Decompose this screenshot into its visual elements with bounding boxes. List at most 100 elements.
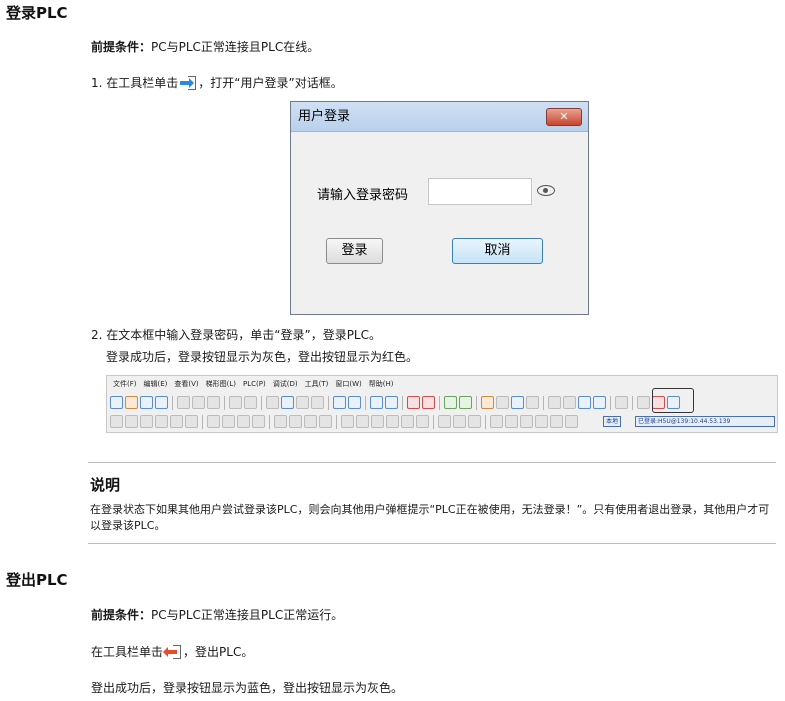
- stop-icon[interactable]: [422, 396, 435, 409]
- password-input[interactable]: [428, 178, 532, 205]
- separator: [485, 414, 486, 429]
- ladder-down-icon[interactable]: [170, 415, 183, 428]
- menu-item[interactable]: 查看(V): [174, 376, 198, 393]
- menu-item[interactable]: 调试(D): [273, 376, 298, 393]
- menu-item[interactable]: 梯形图(L): [206, 376, 236, 393]
- step-1: 1. 在工具栏单击 ，打开“用户登录”对话框。: [91, 74, 343, 92]
- eye-icon[interactable]: [537, 185, 555, 196]
- ladder-corner2-icon[interactable]: [319, 415, 332, 428]
- prereq-label: 前提条件：: [91, 40, 152, 54]
- step-2: 2. 在文本框中输入登录密码，单击“登录”，登录PLC。: [91, 328, 381, 342]
- menu-item[interactable]: 窗口(W): [335, 376, 361, 393]
- separator: [439, 395, 440, 410]
- cancel-button[interactable]: 取消: [452, 238, 543, 264]
- key-icon[interactable]: [615, 396, 628, 409]
- separator: [610, 395, 611, 410]
- separator: [336, 414, 337, 429]
- cut-icon[interactable]: [177, 396, 190, 409]
- ladder-branch2-icon[interactable]: [222, 415, 235, 428]
- table-icon[interactable]: [548, 396, 561, 409]
- ladder-box-icon[interactable]: [140, 415, 153, 428]
- redo-icon[interactable]: [244, 396, 257, 409]
- ladder-coil-icon[interactable]: [125, 415, 138, 428]
- ladder-up-icon[interactable]: [185, 415, 198, 428]
- zoom-icon[interactable]: [311, 396, 324, 409]
- cross-ref-icon[interactable]: [385, 396, 398, 409]
- menu-item[interactable]: 文件(F): [113, 376, 137, 393]
- no-contact-icon[interactable]: [341, 415, 354, 428]
- copy-icon[interactable]: [192, 396, 205, 409]
- delete-vline-icon[interactable]: [535, 415, 548, 428]
- hline-icon[interactable]: [490, 415, 503, 428]
- step-1-before: 1. 在工具栏单击: [91, 76, 179, 90]
- coil-set-icon[interactable]: [453, 415, 466, 428]
- arrow-down-icon[interactable]: [565, 415, 578, 428]
- section-title-logout: 登出PLC: [6, 571, 68, 589]
- ladder-hline-icon[interactable]: [274, 415, 287, 428]
- pulse-contact-icon[interactable]: [371, 415, 384, 428]
- ladder-corner-icon[interactable]: [304, 415, 317, 428]
- ladder-branch-icon[interactable]: [207, 415, 220, 428]
- arrow-up-icon[interactable]: [550, 415, 563, 428]
- debug-icon[interactable]: [511, 396, 524, 409]
- list2-icon[interactable]: [593, 396, 606, 409]
- toolbar-screenshot: 文件(F) 编辑(E) 查看(V) 梯形图(L) PLC(P) 调试(D) 工具…: [106, 375, 778, 433]
- user-login-dialog: 用户登录 ✕ 请输入登录密码 登录 取消: [290, 101, 589, 315]
- separator: [202, 414, 203, 429]
- table2-icon[interactable]: [563, 396, 576, 409]
- menu-item[interactable]: 编辑(E): [144, 376, 168, 393]
- upload-icon[interactable]: [459, 396, 472, 409]
- login-button[interactable]: 登录: [326, 238, 383, 264]
- dialog-title-bar: 用户登录 ✕: [291, 102, 588, 132]
- menu-item[interactable]: 工具(T): [305, 376, 329, 393]
- prereq-text: PC与PLC正常连接且PLC正常运行。: [151, 608, 344, 622]
- logout-step-after: ，登出PLC。: [183, 645, 254, 659]
- replace-icon[interactable]: [296, 396, 309, 409]
- parallel-contact-icon[interactable]: [401, 415, 414, 428]
- prereq-login: 前提条件：PC与PLC正常连接且PLC在线。: [91, 38, 319, 56]
- ladder-line-icon[interactable]: [155, 415, 168, 428]
- paste-icon[interactable]: [207, 396, 220, 409]
- coil-reset-icon[interactable]: [468, 415, 481, 428]
- online-icon[interactable]: [481, 396, 494, 409]
- edit-icon[interactable]: [526, 396, 539, 409]
- search-icon[interactable]: [281, 396, 294, 409]
- list-icon[interactable]: [578, 396, 591, 409]
- menu-item[interactable]: 帮助(H): [369, 376, 394, 393]
- monitor-icon[interactable]: [370, 396, 383, 409]
- vline-icon[interactable]: [505, 415, 518, 428]
- separator: [632, 395, 633, 410]
- separator: [224, 395, 225, 410]
- nc-contact-icon[interactable]: [356, 415, 369, 428]
- prereq-label: 前提条件：: [91, 608, 152, 622]
- window-icon[interactable]: [333, 396, 346, 409]
- menu-item[interactable]: PLC(P): [243, 376, 266, 393]
- delete-icon[interactable]: [266, 396, 279, 409]
- login-toolbar-icon[interactable]: [637, 396, 650, 409]
- falling-contact-icon[interactable]: [386, 415, 399, 428]
- section-title-login: 登录PLC: [6, 4, 68, 22]
- separator: [269, 414, 270, 429]
- download-icon[interactable]: [444, 396, 457, 409]
- undo-icon[interactable]: [229, 396, 242, 409]
- print-icon[interactable]: [155, 396, 168, 409]
- run-icon[interactable]: [407, 396, 420, 409]
- save-icon[interactable]: [140, 396, 153, 409]
- separator: [172, 395, 173, 410]
- offline-icon[interactable]: [496, 396, 509, 409]
- compile-icon[interactable]: [348, 396, 361, 409]
- ladder-branch4-icon[interactable]: [252, 415, 265, 428]
- separator: [543, 395, 544, 410]
- new-file-icon[interactable]: [110, 396, 123, 409]
- status-local: 本地: [603, 416, 622, 427]
- ladder-branch3-icon[interactable]: [237, 415, 250, 428]
- close-icon[interactable]: ✕: [546, 108, 582, 126]
- coil-out-icon[interactable]: [438, 415, 451, 428]
- func-block-icon[interactable]: [416, 415, 429, 428]
- separator: [365, 395, 366, 410]
- delete-line-icon[interactable]: [520, 415, 533, 428]
- note-title: 说明: [90, 476, 121, 494]
- ladder-contact-icon[interactable]: [110, 415, 123, 428]
- ladder-vline-icon[interactable]: [289, 415, 302, 428]
- open-file-icon[interactable]: [125, 396, 138, 409]
